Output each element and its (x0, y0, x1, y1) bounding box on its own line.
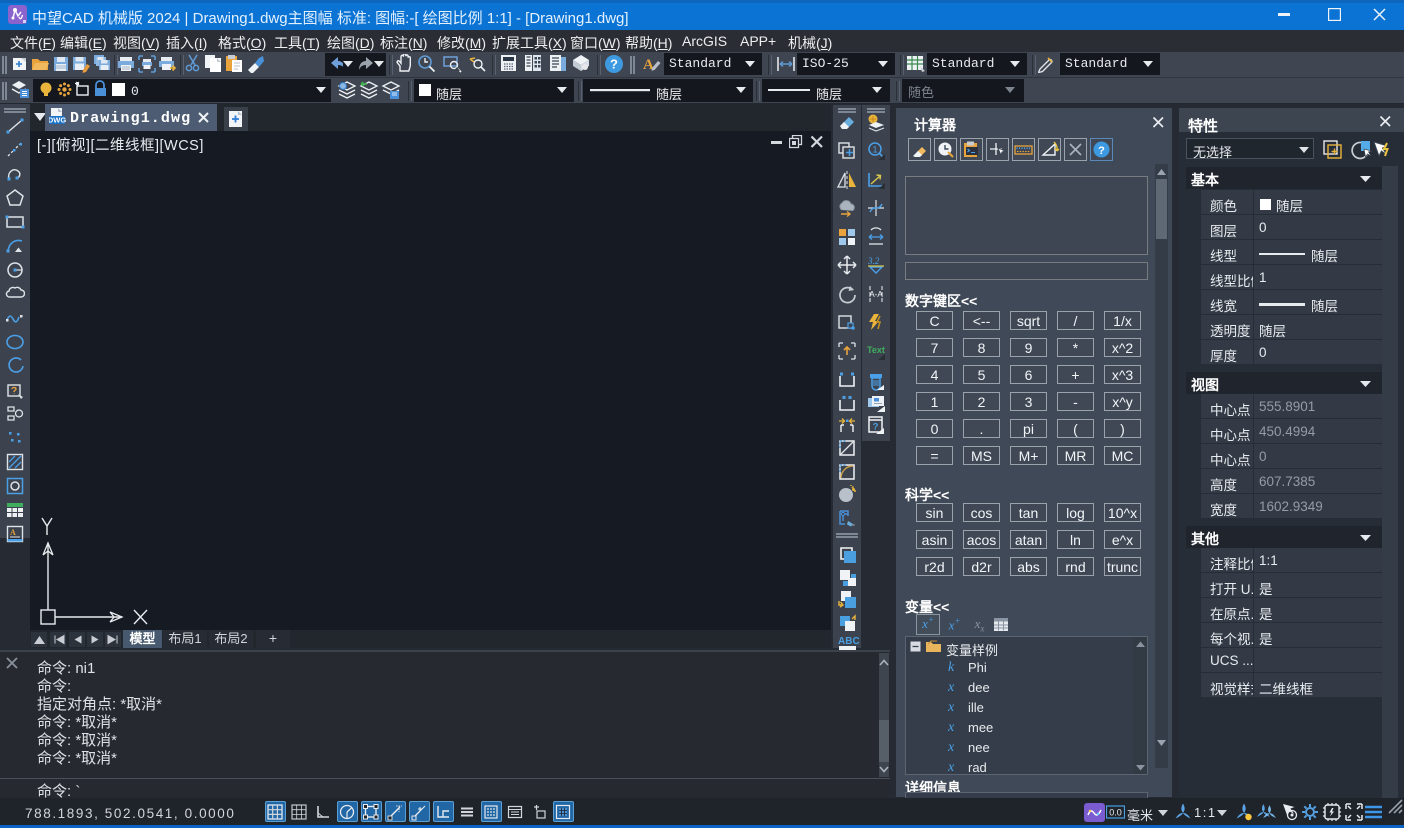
svg-text:0.0: 0.0 (1109, 808, 1122, 818)
svg-text:A: A (643, 57, 654, 73)
svg-text:Text: Text (867, 345, 885, 355)
svg-text:ABC: ABC (838, 636, 859, 647)
svg-text:1: 1 (872, 145, 877, 155)
svg-text:3.2: 3.2 (867, 256, 880, 266)
svg-text:?: ? (1098, 145, 1105, 157)
svg-text:?: ? (873, 422, 879, 433)
svg-text:DWG: DWG (49, 116, 66, 125)
svg-text:A-A: A-A (869, 290, 883, 299)
svg-text:A: A (10, 528, 16, 537)
svg-text:?: ? (610, 57, 618, 72)
